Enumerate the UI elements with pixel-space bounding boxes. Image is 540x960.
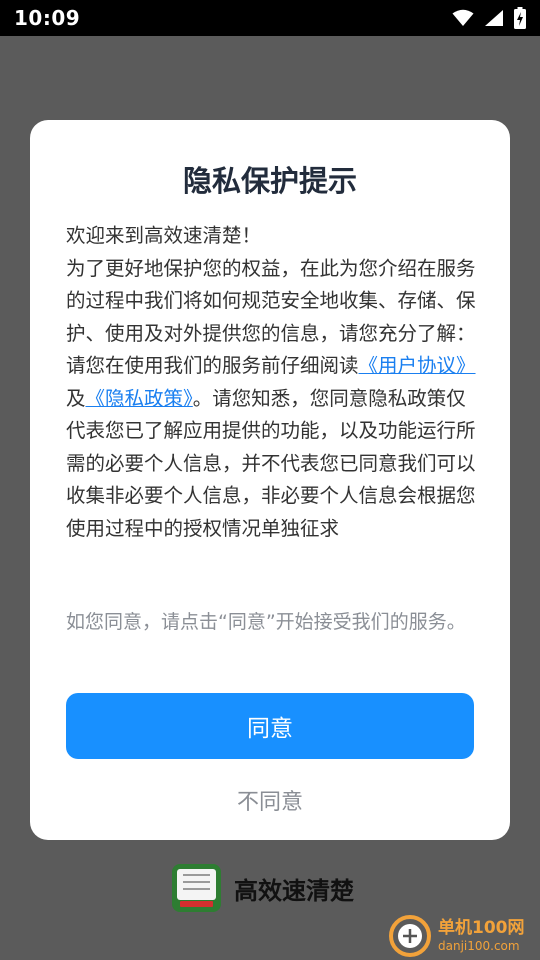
read-notice-mid: 及 [66, 386, 86, 410]
read-notice-pre: 请您在使用我们的服务前仔细阅读 [66, 354, 359, 377]
welcome-line: 欢迎来到高效速清楚！ [66, 224, 262, 247]
app-name: 高效速清楚 [234, 876, 354, 905]
policy-text-scroll[interactable]: 欢迎来到高效速清楚！ 为了更好地保护您的权益，在此为您介绍在服务的过程中我们将如… [66, 220, 476, 582]
status-icons [452, 7, 526, 29]
disagree-button[interactable]: 不同意 [66, 780, 474, 820]
user-agreement-link[interactable]: 《用户协议》 [359, 354, 476, 377]
signal-icon [485, 10, 503, 26]
site-watermark: 单机100网 danji100.com [388, 912, 540, 960]
watermark-logo-icon [389, 915, 431, 957]
privacy-dialog: 隐私保护提示 欢迎来到高效速清楚！ 为了更好地保护您的权益，在此为您介绍在服务的… [30, 120, 510, 840]
privacy-policy-link[interactable]: 《隐私政策》 [86, 387, 193, 410]
agree-button[interactable]: 同意 [66, 693, 474, 759]
dialog-title: 隐私保护提示 [182, 164, 357, 198]
status-time: 10:09 [14, 6, 81, 30]
consent-note: 如您同意，请点击“同意”开始接受我们的服务。 [66, 611, 466, 633]
app-logo-icon [172, 864, 221, 912]
app-brand: 高效速清楚 [172, 864, 354, 912]
wifi-icon [452, 9, 474, 26]
intro-paragraph: 为了更好地保护您的权益，在此为您介绍在服务的过程中我们将如何规范安全地收集、存储… [66, 256, 476, 345]
battery-charging-icon [514, 7, 526, 29]
status-bar: 10:09 [0, 0, 540, 36]
watermark-text: 单机100网 [438, 918, 525, 938]
watermark-url: danji100.com [438, 939, 520, 953]
read-notice-paragraph: 请您在使用我们的服务前仔细阅读《用户协议》及《隐私政策》。请您知悉，您同意隐私政… [66, 350, 476, 545]
